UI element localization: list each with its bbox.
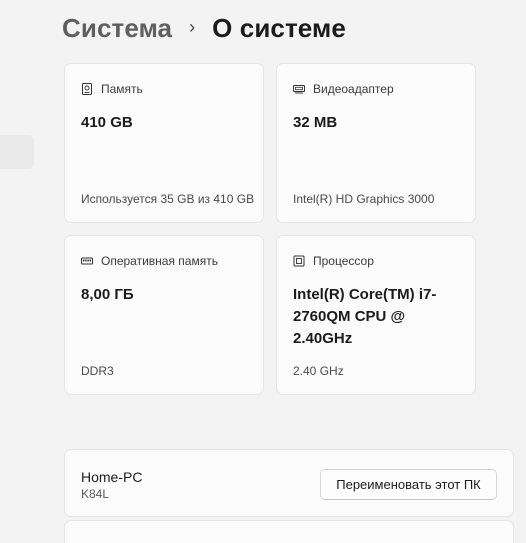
storage-card-title: Память bbox=[101, 82, 143, 96]
storage-icon bbox=[81, 83, 93, 95]
settings-window: Система › О системе Память 410 GB Исполь… bbox=[0, 0, 526, 543]
storage-detail: Используется 35 GB из 410 GB bbox=[81, 192, 255, 206]
cpu-detail: 2.40 GHz bbox=[293, 364, 344, 378]
display-adapter-icon bbox=[293, 83, 305, 95]
cpu-card-header: Процессор bbox=[293, 254, 374, 268]
storage-card-header: Память bbox=[81, 82, 143, 96]
ram-card-title: Оперативная память bbox=[101, 254, 218, 268]
sidebar-selected-item[interactable] bbox=[0, 135, 34, 169]
device-name: Home-PC bbox=[81, 469, 143, 485]
processor-icon bbox=[293, 255, 305, 267]
gpu-card-title: Видеоадаптер bbox=[313, 82, 394, 96]
breadcrumb-separator: › bbox=[189, 16, 196, 37]
storage-value: 410 GB bbox=[81, 114, 133, 131]
ram-value: 8,00 ГБ bbox=[81, 286, 134, 303]
ram-card-header: Оперативная память bbox=[81, 254, 218, 268]
ram-detail: DDR3 bbox=[81, 364, 114, 378]
ram-card: Оперативная память 8,00 ГБ DDR3 bbox=[64, 235, 264, 395]
breadcrumb: Система › О системе bbox=[62, 10, 346, 46]
next-settings-card bbox=[64, 520, 514, 543]
storage-card: Память 410 GB Используется 35 GB из 410 … bbox=[64, 63, 264, 223]
gpu-detail: Intel(R) HD Graphics 3000 bbox=[293, 192, 435, 206]
device-model: K84L bbox=[81, 487, 110, 501]
rename-pc-button[interactable]: Переименовать этот ПК bbox=[320, 469, 497, 500]
cpu-value: Intel(R) Core(TM) i7-2760QM CPU @ 2.40GH… bbox=[293, 286, 437, 347]
ram-icon bbox=[81, 255, 93, 267]
cpu-card-title: Процессор bbox=[313, 254, 374, 268]
page-title: О системе bbox=[212, 12, 346, 43]
device-name-card: Home-PC K84L Переименовать этот ПК bbox=[64, 449, 514, 517]
breadcrumb-parent-link[interactable]: Система bbox=[62, 13, 172, 44]
gpu-value: 32 MB bbox=[293, 114, 338, 131]
cpu-card: Процессор Intel(R) Core(TM) i7-2760QM CP… bbox=[276, 235, 476, 395]
gpu-card-header: Видеоадаптер bbox=[293, 82, 394, 96]
gpu-card: Видеоадаптер 32 MB Intel(R) HD Graphics … bbox=[276, 63, 476, 223]
